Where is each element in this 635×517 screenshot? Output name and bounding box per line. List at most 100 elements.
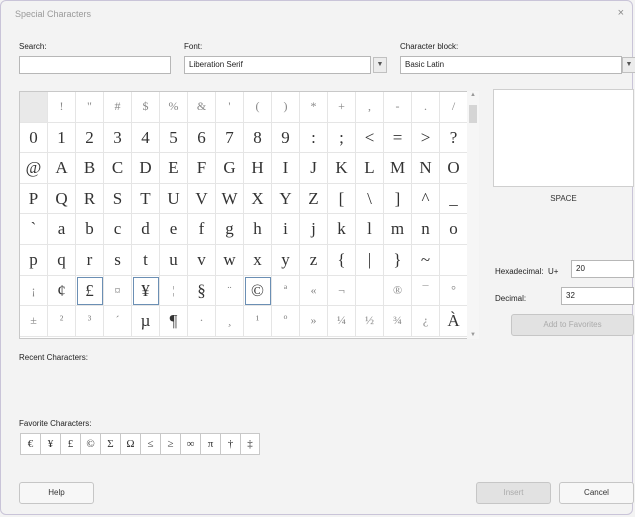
char-cell[interactable]: !: [48, 92, 76, 123]
char-cell[interactable]: ?: [440, 122, 468, 154]
char-cell[interactable]: ¶: [160, 306, 188, 337]
scroll-down-icon[interactable]: ▼: [467, 332, 479, 338]
close-icon[interactable]: ×: [618, 7, 624, 19]
decimal-input[interactable]: 32: [561, 287, 634, 305]
char-cell[interactable]: ~: [412, 244, 440, 276]
char-cell[interactable]: p: [20, 244, 48, 276]
char-cell[interactable]: .: [412, 92, 440, 123]
favorite-char-cell[interactable]: ≥: [160, 433, 180, 455]
char-cell[interactable]: $: [132, 92, 160, 123]
char-cell[interactable]: +: [328, 92, 356, 123]
char-cell[interactable]: ,: [356, 92, 384, 123]
char-cell[interactable]: v: [188, 244, 216, 276]
char-cell[interactable]: S: [104, 183, 132, 215]
char-cell[interactable]: y: [272, 244, 300, 276]
char-cell[interactable]: 4: [132, 122, 160, 154]
char-cell[interactable]: 1: [48, 122, 76, 154]
char-cell[interactable]: 9: [272, 122, 300, 154]
char-cell[interactable]: ¯: [412, 275, 440, 307]
char-cell[interactable]: J: [300, 153, 328, 184]
favorite-char-cell[interactable]: ¥: [40, 433, 60, 455]
char-cell[interactable]: ®: [384, 275, 412, 307]
char-cell[interactable]: ¸: [216, 306, 244, 337]
add-to-favorites-button[interactable]: Add to Favorites: [511, 314, 634, 336]
char-cell[interactable]: ¦: [160, 275, 188, 307]
char-cell[interactable]: ³: [76, 306, 104, 337]
char-cell[interactable]: ": [76, 92, 104, 123]
char-cell[interactable]: #: [104, 92, 132, 123]
insert-button[interactable]: Insert: [476, 482, 551, 504]
char-cell[interactable]: °: [440, 275, 468, 307]
char-cell[interactable]: ·: [188, 306, 216, 337]
char-cell[interactable]: P: [20, 183, 48, 215]
char-cell[interactable]: U: [160, 183, 188, 215]
char-cell[interactable]: k: [328, 214, 356, 245]
char-cell[interactable]: <: [356, 122, 384, 154]
char-cell[interactable]: 3: [104, 122, 132, 154]
favorite-char-cell[interactable]: †: [220, 433, 240, 455]
char-cell[interactable]: ¿: [412, 306, 440, 337]
char-cell[interactable]: µ: [132, 306, 160, 337]
char-cell[interactable]: /: [440, 92, 468, 123]
char-cell[interactable]: ½: [356, 306, 384, 337]
char-cell[interactable]: R: [76, 183, 104, 215]
char-cell[interactable]: u: [160, 244, 188, 276]
hexadecimal-input[interactable]: 20: [571, 260, 634, 278]
char-cell[interactable]: *: [300, 92, 328, 123]
char-cell[interactable]: ¨: [216, 275, 244, 307]
char-cell[interactable]: :: [300, 122, 328, 154]
char-cell[interactable]: =: [384, 122, 412, 154]
char-cell[interactable]: T: [132, 183, 160, 215]
help-button[interactable]: Help: [19, 482, 94, 504]
char-cell[interactable]: ¬: [328, 275, 356, 307]
char-cell[interactable]: %: [160, 92, 188, 123]
char-cell[interactable]: I: [272, 153, 300, 184]
char-cell[interactable]: ^: [412, 183, 440, 215]
char-cell[interactable]: º: [272, 306, 300, 337]
char-cell[interactable]: g: [216, 214, 244, 245]
favorite-char-cell[interactable]: ≤: [140, 433, 160, 455]
char-cell[interactable]: ¼: [328, 306, 356, 337]
char-cell[interactable]: W: [216, 183, 244, 215]
char-cell[interactable]: 0: [20, 122, 48, 154]
char-cell[interactable]: O: [440, 153, 468, 184]
char-cell[interactable]: c: [104, 214, 132, 245]
char-cell[interactable]: {: [328, 244, 356, 276]
char-cell[interactable]: ¢: [48, 275, 76, 307]
char-cell[interactable]: ]: [384, 183, 412, 215]
char-cell[interactable]: A: [48, 153, 76, 184]
scrollbar-thumb[interactable]: [469, 105, 477, 123]
char-cell[interactable]: t: [132, 244, 160, 276]
char-cell[interactable]: e: [160, 214, 188, 245]
char-cell[interactable]: M: [384, 153, 412, 184]
char-cell[interactable]: ©: [244, 275, 272, 307]
char-cell[interactable]: «: [300, 275, 328, 307]
char-cell[interactable]: ´: [104, 306, 132, 337]
char-cell[interactable]: 5: [160, 122, 188, 154]
char-cell[interactable]: d: [132, 214, 160, 245]
char-cell[interactable]: i: [272, 214, 300, 245]
char-cell[interactable]: ': [216, 92, 244, 123]
char-cell[interactable]: [440, 244, 468, 276]
char-cell[interactable]: _: [440, 183, 468, 215]
font-select[interactable]: Liberation Serif: [184, 56, 371, 74]
char-cell[interactable]: 8: [244, 122, 272, 154]
char-cell[interactable]: [356, 275, 384, 307]
char-cell[interactable]: E: [160, 153, 188, 184]
char-cell[interactable]: ): [272, 92, 300, 123]
char-cell[interactable]: ¹: [244, 306, 272, 337]
char-cell[interactable]: B: [76, 153, 104, 184]
char-cell[interactable]: b: [76, 214, 104, 245]
char-cell[interactable]: K: [328, 153, 356, 184]
char-cell[interactable]: |: [356, 244, 384, 276]
char-cell[interactable]: ª: [272, 275, 300, 307]
char-cell[interactable]: (: [244, 92, 272, 123]
character-block-select[interactable]: Basic Latin: [400, 56, 622, 74]
char-cell[interactable]: ¥: [132, 275, 160, 307]
favorite-char-cell[interactable]: ‡: [240, 433, 260, 455]
char-cell[interactable]: X: [244, 183, 272, 215]
grid-scrollbar[interactable]: ▲ ▼: [467, 91, 479, 339]
char-cell[interactable]: o: [440, 214, 468, 245]
char-cell[interactable]: ¤: [104, 275, 132, 307]
favorite-char-cell[interactable]: ∞: [180, 433, 200, 455]
